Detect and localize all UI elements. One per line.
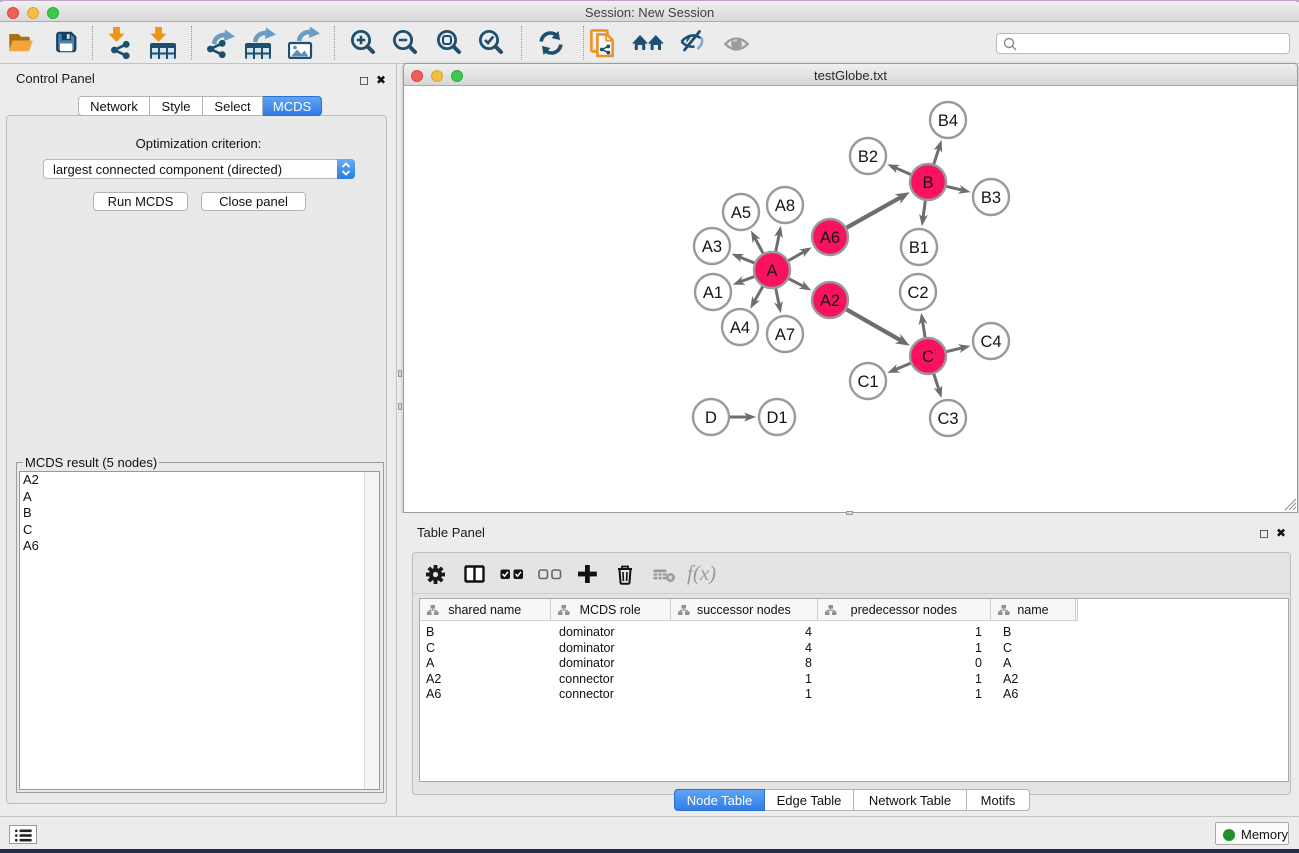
svg-text:B1: B1 [909,239,929,257]
svg-text:A1: A1 [703,284,723,302]
svg-text:A7: A7 [775,326,795,344]
svg-text:A5: A5 [731,204,751,222]
svg-text:A2: A2 [820,292,840,310]
svg-text:C: C [922,348,934,366]
svg-text:B2: B2 [858,148,878,166]
svg-text:B4: B4 [938,112,958,130]
svg-text:A: A [766,262,777,280]
svg-text:D1: D1 [766,409,787,427]
svg-text:A4: A4 [730,319,750,337]
svg-text:C4: C4 [980,333,1001,351]
svg-text:A6: A6 [820,229,840,247]
svg-text:C1: C1 [857,373,878,391]
svg-text:B3: B3 [981,189,1001,207]
svg-text:B: B [922,174,933,192]
svg-text:A8: A8 [775,197,795,215]
svg-text:C2: C2 [907,284,928,302]
svg-text:D: D [705,409,717,427]
svg-text:A3: A3 [702,238,722,256]
svg-text:C3: C3 [937,410,958,428]
